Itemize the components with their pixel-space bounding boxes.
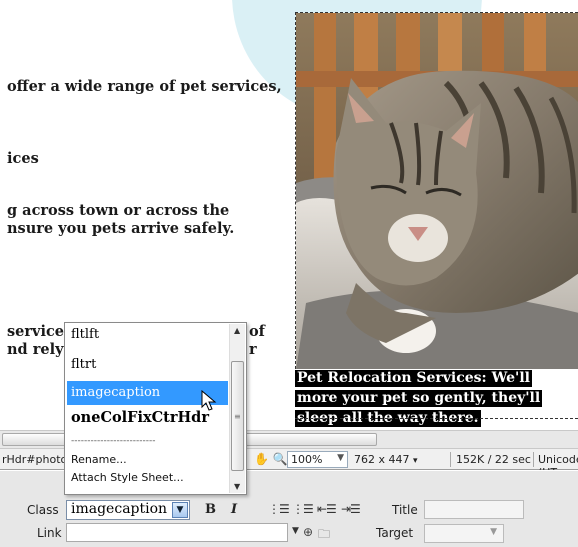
chevron-down-icon: ▾ bbox=[413, 456, 418, 466]
div-boundary bbox=[295, 418, 578, 419]
dropdown-item-fltrt[interactable]: fltrt bbox=[67, 357, 228, 372]
body-text-line: of bbox=[249, 323, 265, 340]
zoom-select[interactable]: 100% ▼ bbox=[287, 451, 348, 468]
caption-line: Pet Relocation Services: We'll bbox=[295, 370, 532, 387]
zoom-tool-icon[interactable]: 🔍 bbox=[273, 452, 288, 466]
chevron-down-icon[interactable]: ▼ bbox=[172, 502, 188, 518]
ordered-list-icon[interactable]: ⋮☰ bbox=[292, 502, 314, 516]
link-input[interactable] bbox=[66, 523, 288, 542]
body-text-line: r bbox=[249, 341, 257, 358]
bold-button[interactable]: B bbox=[205, 502, 216, 517]
chevron-down-icon: ▼ bbox=[337, 453, 344, 463]
tag-selector[interactable]: rHdr#photo bbox=[2, 453, 67, 466]
body-text-line: service bbox=[7, 323, 65, 340]
scroll-up-icon[interactable]: ▲ bbox=[234, 326, 240, 335]
scroll-down-icon[interactable]: ▼ bbox=[234, 482, 240, 491]
rename-command[interactable]: Rename... bbox=[71, 453, 127, 466]
mouse-pointer-icon bbox=[201, 390, 217, 411]
target-select[interactable]: ▼ bbox=[424, 524, 504, 543]
caption-line: more your pet so gently, they'll bbox=[295, 390, 543, 407]
hand-zoom-icons[interactable]: ✋ 🔍 bbox=[254, 452, 288, 466]
title-label: Title bbox=[392, 503, 418, 517]
window-size-menu[interactable]: 762 x 447 ▾ bbox=[354, 453, 418, 466]
class-label: Class bbox=[27, 503, 59, 517]
italic-button[interactable]: I bbox=[231, 502, 237, 517]
unordered-list-icon[interactable]: ⋮☰ bbox=[268, 502, 290, 516]
link-label: Link bbox=[37, 526, 62, 540]
cat-photo[interactable] bbox=[295, 12, 578, 369]
outdent-icon[interactable]: ⇤☰ bbox=[317, 502, 337, 516]
indent-icon[interactable]: ⇥☰ bbox=[341, 502, 361, 516]
zoom-value: 100% bbox=[291, 453, 323, 466]
body-text-line: nsure you pets arrive safely. bbox=[7, 220, 235, 237]
divider bbox=[533, 452, 534, 467]
target-label: Target bbox=[376, 526, 414, 540]
title-input[interactable] bbox=[424, 500, 524, 519]
folder-icon[interactable]: 🗀 bbox=[318, 525, 330, 546]
dropdown-separator: -------------------------- bbox=[71, 436, 156, 446]
chevron-down-icon[interactable]: ▼ bbox=[292, 526, 299, 536]
body-text-line: offer a wide range of pet services, bbox=[7, 78, 282, 95]
dropdown-item-fltlft[interactable]: fltlft bbox=[67, 327, 228, 342]
class-dropdown-list[interactable]: fltlft fltrt imagecaption oneColFixCtrHd… bbox=[64, 322, 247, 495]
point-to-file-icon[interactable]: ⊕ bbox=[303, 525, 313, 539]
download-size: 152K / 22 sec bbox=[456, 453, 531, 466]
body-text-line: g across town or across the bbox=[7, 202, 230, 219]
class-value: imagecaption bbox=[71, 501, 168, 517]
body-text-line: ices bbox=[7, 150, 39, 167]
chevron-down-icon: ▼ bbox=[490, 527, 497, 537]
dropdown-scrollbar[interactable]: ▲ ≡ ▼ bbox=[229, 324, 245, 493]
scrollbar-thumb[interactable]: ≡ bbox=[231, 361, 244, 471]
class-select[interactable]: imagecaption ▼ bbox=[66, 500, 190, 520]
attach-style-sheet-command[interactable]: Attach Style Sheet... bbox=[71, 471, 184, 484]
divider bbox=[450, 452, 451, 467]
